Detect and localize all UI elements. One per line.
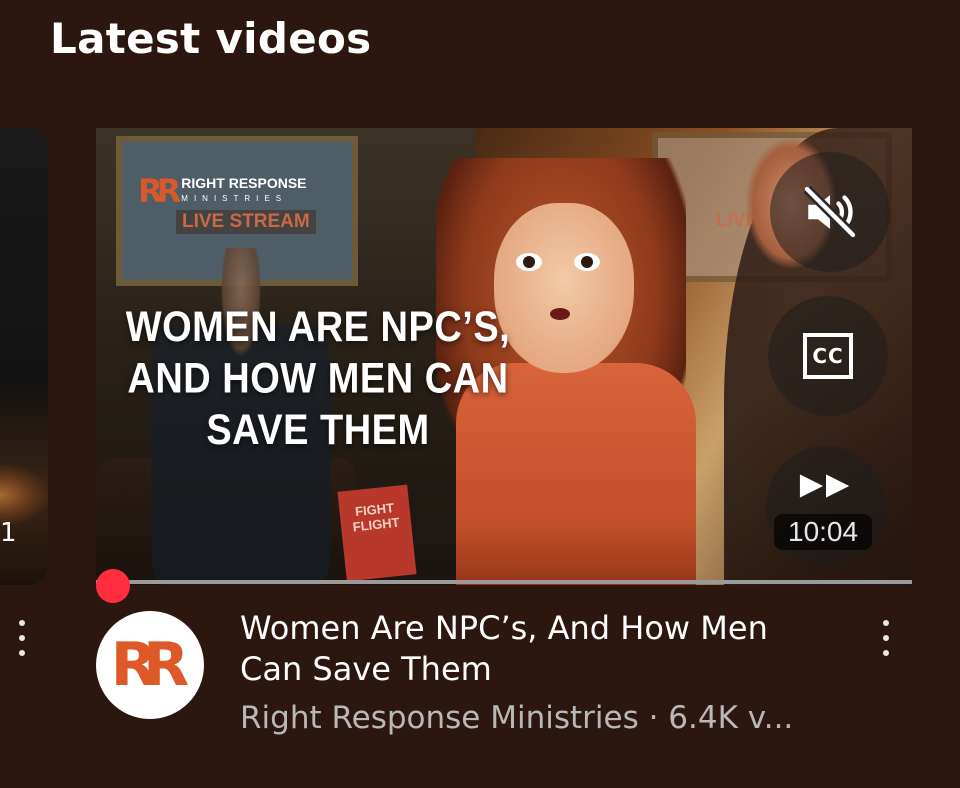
section-title: Latest videos [50, 14, 372, 63]
duration-badge: 10:04 [774, 514, 873, 550]
video-thumbnail[interactable]: RR RIGHT RESPONSE MINISTRIES LIVE STREAM … [96, 128, 912, 585]
fast-forward-icon [799, 474, 850, 498]
mute-button[interactable] [770, 152, 890, 272]
previous-card-badge: 1 [0, 518, 17, 548]
book-cover: FIGHT FLIGHT [337, 484, 417, 582]
previous-card-more-icon[interactable] [12, 618, 32, 658]
video-title[interactable]: Women Are NPC’s, And How Men Can Save Th… [240, 608, 840, 690]
speaker-muted-icon [803, 185, 857, 239]
more-options-icon[interactable] [876, 618, 896, 658]
progress-track[interactable] [96, 580, 912, 584]
channel-avatar[interactable]: RR [96, 611, 204, 719]
progress-scrubber[interactable] [96, 569, 130, 603]
thumbnail-overlay-title: WOMEN ARE NPC’S, AND HOW MEN CAN SAVE TH… [125, 303, 511, 455]
previous-video-card[interactable] [0, 128, 48, 585]
channel-logo-icon: RR [110, 630, 189, 700]
previous-thumbnail-image [0, 465, 48, 525]
brand-logo: RR RIGHT RESPONSE MINISTRIES [138, 172, 307, 210]
captions-icon: CC [803, 333, 853, 379]
video-meta: Right Response Ministries · 6.4K v... [240, 700, 794, 736]
captions-button[interactable]: CC [768, 296, 888, 416]
live-stream-label: LIVE STREAM [176, 210, 316, 234]
